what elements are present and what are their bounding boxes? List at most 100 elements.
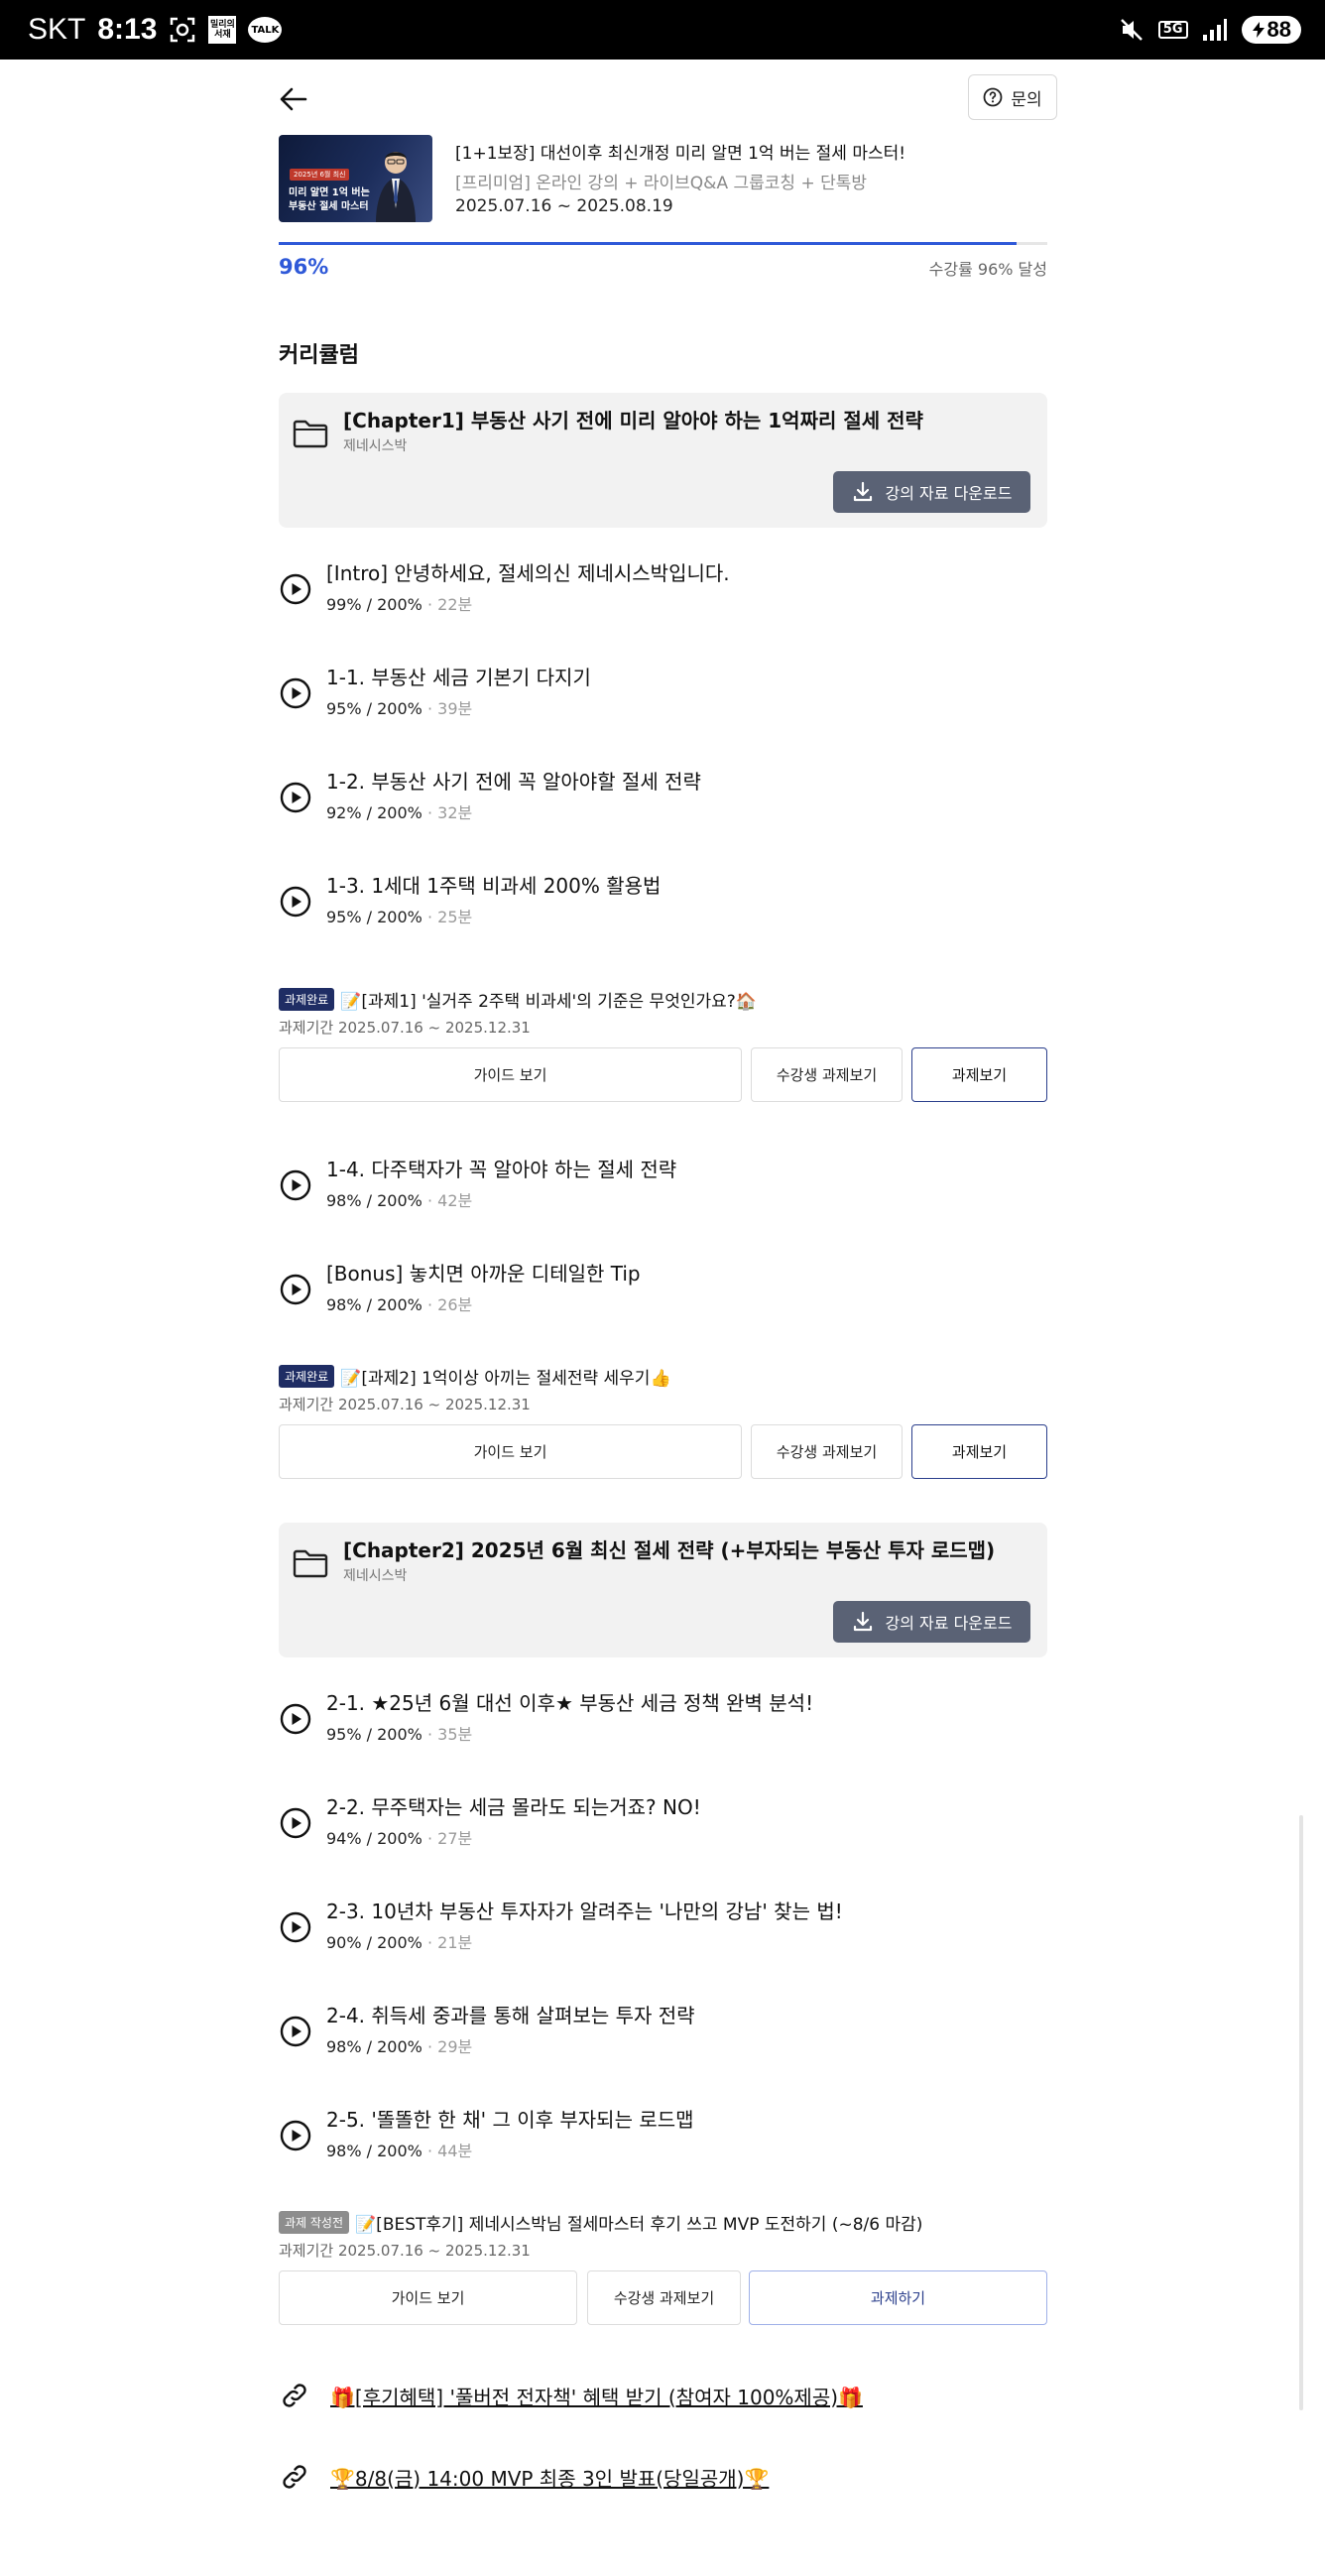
lesson-duration: 21분 (437, 1933, 473, 1952)
lesson-item[interactable]: 1-4. 다주택자가 꼭 알아야 하는 절세 전략 98% / 200% · 4… (279, 1154, 1047, 1213)
course-date-range: 2025.07.16 ~ 2025.08.19 (455, 196, 673, 216)
clock: 8:13 (97, 13, 158, 46)
thumbnail-line-2: 부동산 절세 마스터 (289, 201, 369, 212)
lesson-progress: 95% / 200% (326, 1725, 422, 1744)
inquiry-button[interactable]: 문의 (968, 74, 1057, 120)
assignment-title: 📝[과제2] 1억이상 아끼는 절세전략 세우기👍 (340, 1369, 671, 1389)
link-icon (283, 2384, 306, 2407)
chapter-title: [Chapter1] 부동산 사기 전에 미리 알아야 하는 1억짜리 절세 전… (343, 409, 923, 432)
view-assignment-button[interactable]: 과제보기 (911, 1047, 1047, 1102)
download-materials-button[interactable]: 강의 자료 다운로드 (833, 471, 1030, 513)
chapter-author: 제네시스박 (343, 438, 408, 454)
lesson-meta: 98% / 200% · 42분 (326, 1187, 472, 1211)
lesson-meta: 95% / 200% · 39분 (326, 695, 472, 719)
meta-separator: · (426, 908, 433, 926)
lesson-title: 2-2. 무주택자는 세금 몰라도 되는거죠? NO! (326, 1795, 701, 1819)
peer-assignments-button[interactable]: 수강생 과제보기 (751, 1424, 903, 1479)
lesson-meta: 94% / 200% · 27분 (326, 1825, 472, 1849)
folder-icon (293, 420, 328, 448)
lesson-meta: 98% / 200% · 29분 (326, 2033, 472, 2057)
lesson-progress: 98% / 200% (326, 1191, 422, 1210)
back-button[interactable] (274, 79, 313, 119)
peer-assignments-button[interactable]: 수강생 과제보기 (751, 1047, 903, 1102)
lesson-meta: 99% / 200% · 22분 (326, 591, 472, 615)
lesson-item[interactable]: 1-2. 부동산 사기 전에 꼭 알아야할 절세 전략 92% / 200% ·… (279, 766, 1047, 825)
meta-separator: · (426, 2142, 433, 2160)
lesson-meta: 95% / 200% · 25분 (326, 904, 472, 927)
lesson-item[interactable]: 2-4. 취득세 중과를 통해 살펴보는 투자 전략 98% / 200% · … (279, 2000, 1047, 2059)
lesson-title: 1-2. 부동산 사기 전에 꼭 알아야할 절세 전략 (326, 770, 701, 794)
lesson-duration: 27분 (437, 1829, 473, 1848)
lesson-item[interactable]: 2-1. ★25년 6월 대선 이후★ 부동산 세금 정책 완벽 분석! 95%… (279, 1687, 1047, 1747)
lesson-progress: 94% / 200% (326, 1829, 422, 1848)
kakaotalk-icon: TALK (248, 17, 283, 43)
inquiry-label: 문의 (1011, 89, 1042, 110)
scrollbar[interactable] (1299, 1815, 1303, 2410)
lesson-duration: 22분 (437, 595, 473, 614)
lesson-item[interactable]: [Intro] 안녕하세요, 절세의신 제네시스박입니다. 99% / 200%… (279, 557, 1047, 617)
play-circle-icon (280, 2016, 311, 2047)
lesson-progress: 99% / 200% (326, 595, 422, 614)
chapter-card: [Chapter1] 부동산 사기 전에 미리 알아야 하는 1억짜리 절세 전… (279, 393, 1047, 528)
download-icon (853, 481, 872, 502)
lesson-item[interactable]: 2-5. '똘똘한 한 채' 그 이후 부자되는 로드맵 98% / 200% … (279, 2104, 1047, 2163)
progress-note: 수강률 96% 달성 (928, 260, 1047, 279)
meta-separator: · (426, 1725, 433, 1744)
course-progress-fill (279, 242, 1017, 245)
play-circle-icon (280, 677, 311, 709)
play-circle-icon (280, 1274, 311, 1305)
view-assignment-button[interactable]: 과제보기 (911, 1424, 1047, 1479)
play-circle-icon (280, 1807, 311, 1839)
course-title: [1+1보장] 대선이후 최신개정 미리 알면 1억 버는 절세 마스터! (455, 144, 906, 164)
lesson-title: 1-3. 1세대 1주택 비과세 200% 활용법 (326, 874, 662, 898)
peer-assignments-button[interactable]: 수강생 과제보기 (587, 2270, 741, 2325)
link-item[interactable]: 🏆8/8(금) 14:00 MVP 최종 3인 발표(당일공개)🏆 (279, 2457, 769, 2497)
chapter-title: [Chapter2] 2025년 6월 최신 절세 전략 (+부자되는 부동산 … (343, 1538, 996, 1562)
lesson-duration: 26분 (437, 1295, 473, 1314)
lesson-item[interactable]: 1-1. 부동산 세금 기본기 다지기 95% / 200% · 39분 (279, 662, 1047, 721)
assignment-item: 과제 작성전 📝[BEST후기] 제네시스박님 절세마스터 후기 쓰고 MVP … (279, 2210, 1047, 2339)
download-materials-button[interactable]: 강의 자료 다운로드 (833, 1601, 1030, 1643)
course-thumbnail[interactable]: 2025년 6월 최신 미리 알면 1억 버는 부동산 절세 마스터 (279, 135, 432, 222)
lesson-meta: 90% / 200% · 21분 (326, 1929, 472, 1953)
link-text[interactable]: 🎁[후기혜택] '풀버전 전자책' 혜택 받기 (참여자 100%제공)🎁 (330, 2382, 863, 2410)
assignment-title: 📝[과제1] '실거주 2주택 비과세'의 기준은 무엇인가요?🏠 (340, 992, 757, 1012)
lesson-meta: 98% / 200% · 26분 (326, 1291, 472, 1315)
link-text[interactable]: 🏆8/8(금) 14:00 MVP 최종 3인 발표(당일공개)🏆 (330, 2463, 769, 2492)
guide-button[interactable]: 가이드 보기 (279, 2270, 577, 2325)
thumbnail-line-1: 미리 알면 1억 버는 (289, 187, 370, 198)
download-label: 강의 자료 다운로드 (885, 1614, 1013, 1633)
lesson-item[interactable]: 2-3. 10년차 부동산 투자자가 알려주는 '나만의 강남' 찾는 법! 9… (279, 1896, 1047, 1955)
lesson-title: 2-5. '똘똘한 한 채' 그 이후 부자되는 로드맵 (326, 2108, 694, 2132)
lesson-duration: 44분 (437, 2142, 473, 2160)
lesson-progress: 98% / 200% (326, 1295, 422, 1314)
network-type: 5G (1157, 21, 1188, 39)
download-label: 강의 자료 다운로드 (885, 484, 1013, 503)
meta-separator: · (426, 1933, 433, 1952)
lesson-meta: 98% / 200% · 44분 (326, 2138, 472, 2161)
folder-icon (293, 1549, 328, 1578)
lesson-item[interactable]: 1-3. 1세대 1주택 비과세 200% 활용법 95% / 200% · 2… (279, 870, 1047, 929)
lesson-item[interactable]: 2-2. 무주택자는 세금 몰라도 되는거죠? NO! 94% / 200% ·… (279, 1791, 1047, 1851)
carrier-label: SKT (28, 13, 86, 46)
lesson-progress: 90% / 200% (326, 1933, 422, 1952)
lesson-meta: 95% / 200% · 35분 (326, 1721, 472, 1745)
status-badge: 과제완료 (279, 988, 335, 1011)
meta-separator: · (426, 1829, 433, 1848)
assignment-period: 과제기간 2025.07.16 ~ 2025.12.31 (279, 2242, 531, 2260)
download-icon (853, 1611, 872, 1632)
assignment-period: 과제기간 2025.07.16 ~ 2025.12.31 (279, 1396, 531, 1413)
write-assignment-button[interactable]: 과제하기 (749, 2270, 1047, 2325)
chapter-author: 제네시스박 (343, 1568, 408, 1584)
meta-separator: · (426, 803, 433, 822)
guide-button[interactable]: 가이드 보기 (279, 1047, 742, 1102)
lesson-progress: 98% / 200% (326, 2037, 422, 2056)
link-item[interactable]: 🎁[후기혜택] '풀버전 전자책' 혜택 받기 (참여자 100%제공)🎁 (279, 2376, 863, 2415)
course-subtitle: [프리미엄] 온라인 강의 + 라이브Q&A 그룹코칭 + 단톡방 (455, 174, 868, 193)
lesson-title: 1-1. 부동산 세금 기본기 다지기 (326, 666, 591, 689)
play-circle-icon (280, 1169, 311, 1201)
lesson-item[interactable]: [Bonus] 놓치면 아까운 디테일한 Tip 98% / 200% · 26… (279, 1258, 1047, 1317)
guide-button[interactable]: 가이드 보기 (279, 1424, 742, 1479)
screenshot-icon (169, 16, 196, 44)
lesson-progress: 92% / 200% (326, 803, 422, 822)
